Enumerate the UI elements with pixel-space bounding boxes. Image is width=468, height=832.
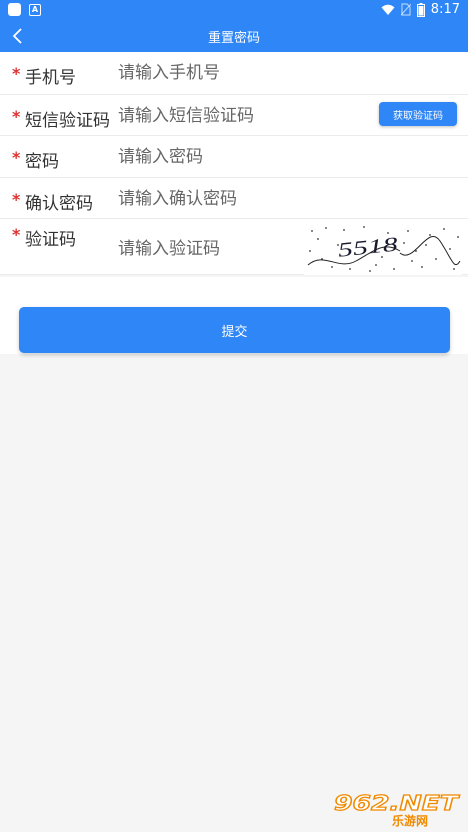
captcha-text: 5518 bbox=[337, 234, 399, 262]
no-sim-icon bbox=[400, 3, 411, 16]
a-badge-icon: A bbox=[29, 3, 41, 16]
wifi-icon bbox=[381, 4, 395, 15]
captcha-input[interactable] bbox=[118, 236, 298, 262]
confirm-password-input[interactable] bbox=[118, 186, 368, 212]
get-sms-code-button[interactable]: 获取验证码 bbox=[379, 102, 457, 126]
sms-code-row: * 短信验证码 获取验证码 bbox=[0, 95, 468, 136]
submit-area: 提交 bbox=[0, 277, 468, 354]
required-mark: * bbox=[12, 225, 21, 244]
captcha-row: * 验证码 5518 bbox=[0, 219, 468, 275]
confirm-password-row: * 确认密码 bbox=[0, 178, 468, 219]
required-mark: * bbox=[12, 64, 21, 83]
submit-button[interactable]: 提交 bbox=[19, 307, 450, 353]
watermark-text: 962.NET bbox=[334, 791, 460, 815]
page-title: 重置密码 bbox=[207, 31, 260, 46]
phone-input[interactable] bbox=[118, 60, 368, 86]
captcha-label: 验证码 bbox=[25, 230, 76, 250]
required-mark: * bbox=[12, 148, 21, 167]
password-input[interactable] bbox=[118, 144, 368, 170]
phone-label: 手机号 bbox=[25, 68, 76, 88]
required-mark: * bbox=[12, 190, 21, 209]
sms-code-input[interactable] bbox=[118, 103, 368, 129]
required-mark: * bbox=[12, 107, 21, 126]
app-square-icon bbox=[8, 3, 21, 16]
watermark-subtext: 乐游网 bbox=[392, 813, 428, 828]
title-bar: 重置密码 bbox=[0, 20, 468, 52]
password-label: 密码 bbox=[25, 152, 59, 172]
status-time: 8:17 bbox=[430, 2, 460, 17]
battery-icon bbox=[416, 2, 425, 17]
phone-row: * 手机号 bbox=[0, 52, 468, 95]
status-bar: A 8:17 bbox=[0, 0, 468, 20]
password-row: * 密码 bbox=[0, 136, 468, 178]
sms-code-label: 短信验证码 bbox=[25, 111, 110, 131]
reset-password-form: * 手机号 * 短信验证码 获取验证码 * 密码 * 确认密码 * 验证码 55… bbox=[0, 52, 468, 275]
confirm-password-label: 确认密码 bbox=[25, 194, 93, 214]
watermark-logo: 962.NET 乐游网 bbox=[333, 790, 460, 828]
captcha-image[interactable]: 5518 bbox=[304, 221, 462, 275]
